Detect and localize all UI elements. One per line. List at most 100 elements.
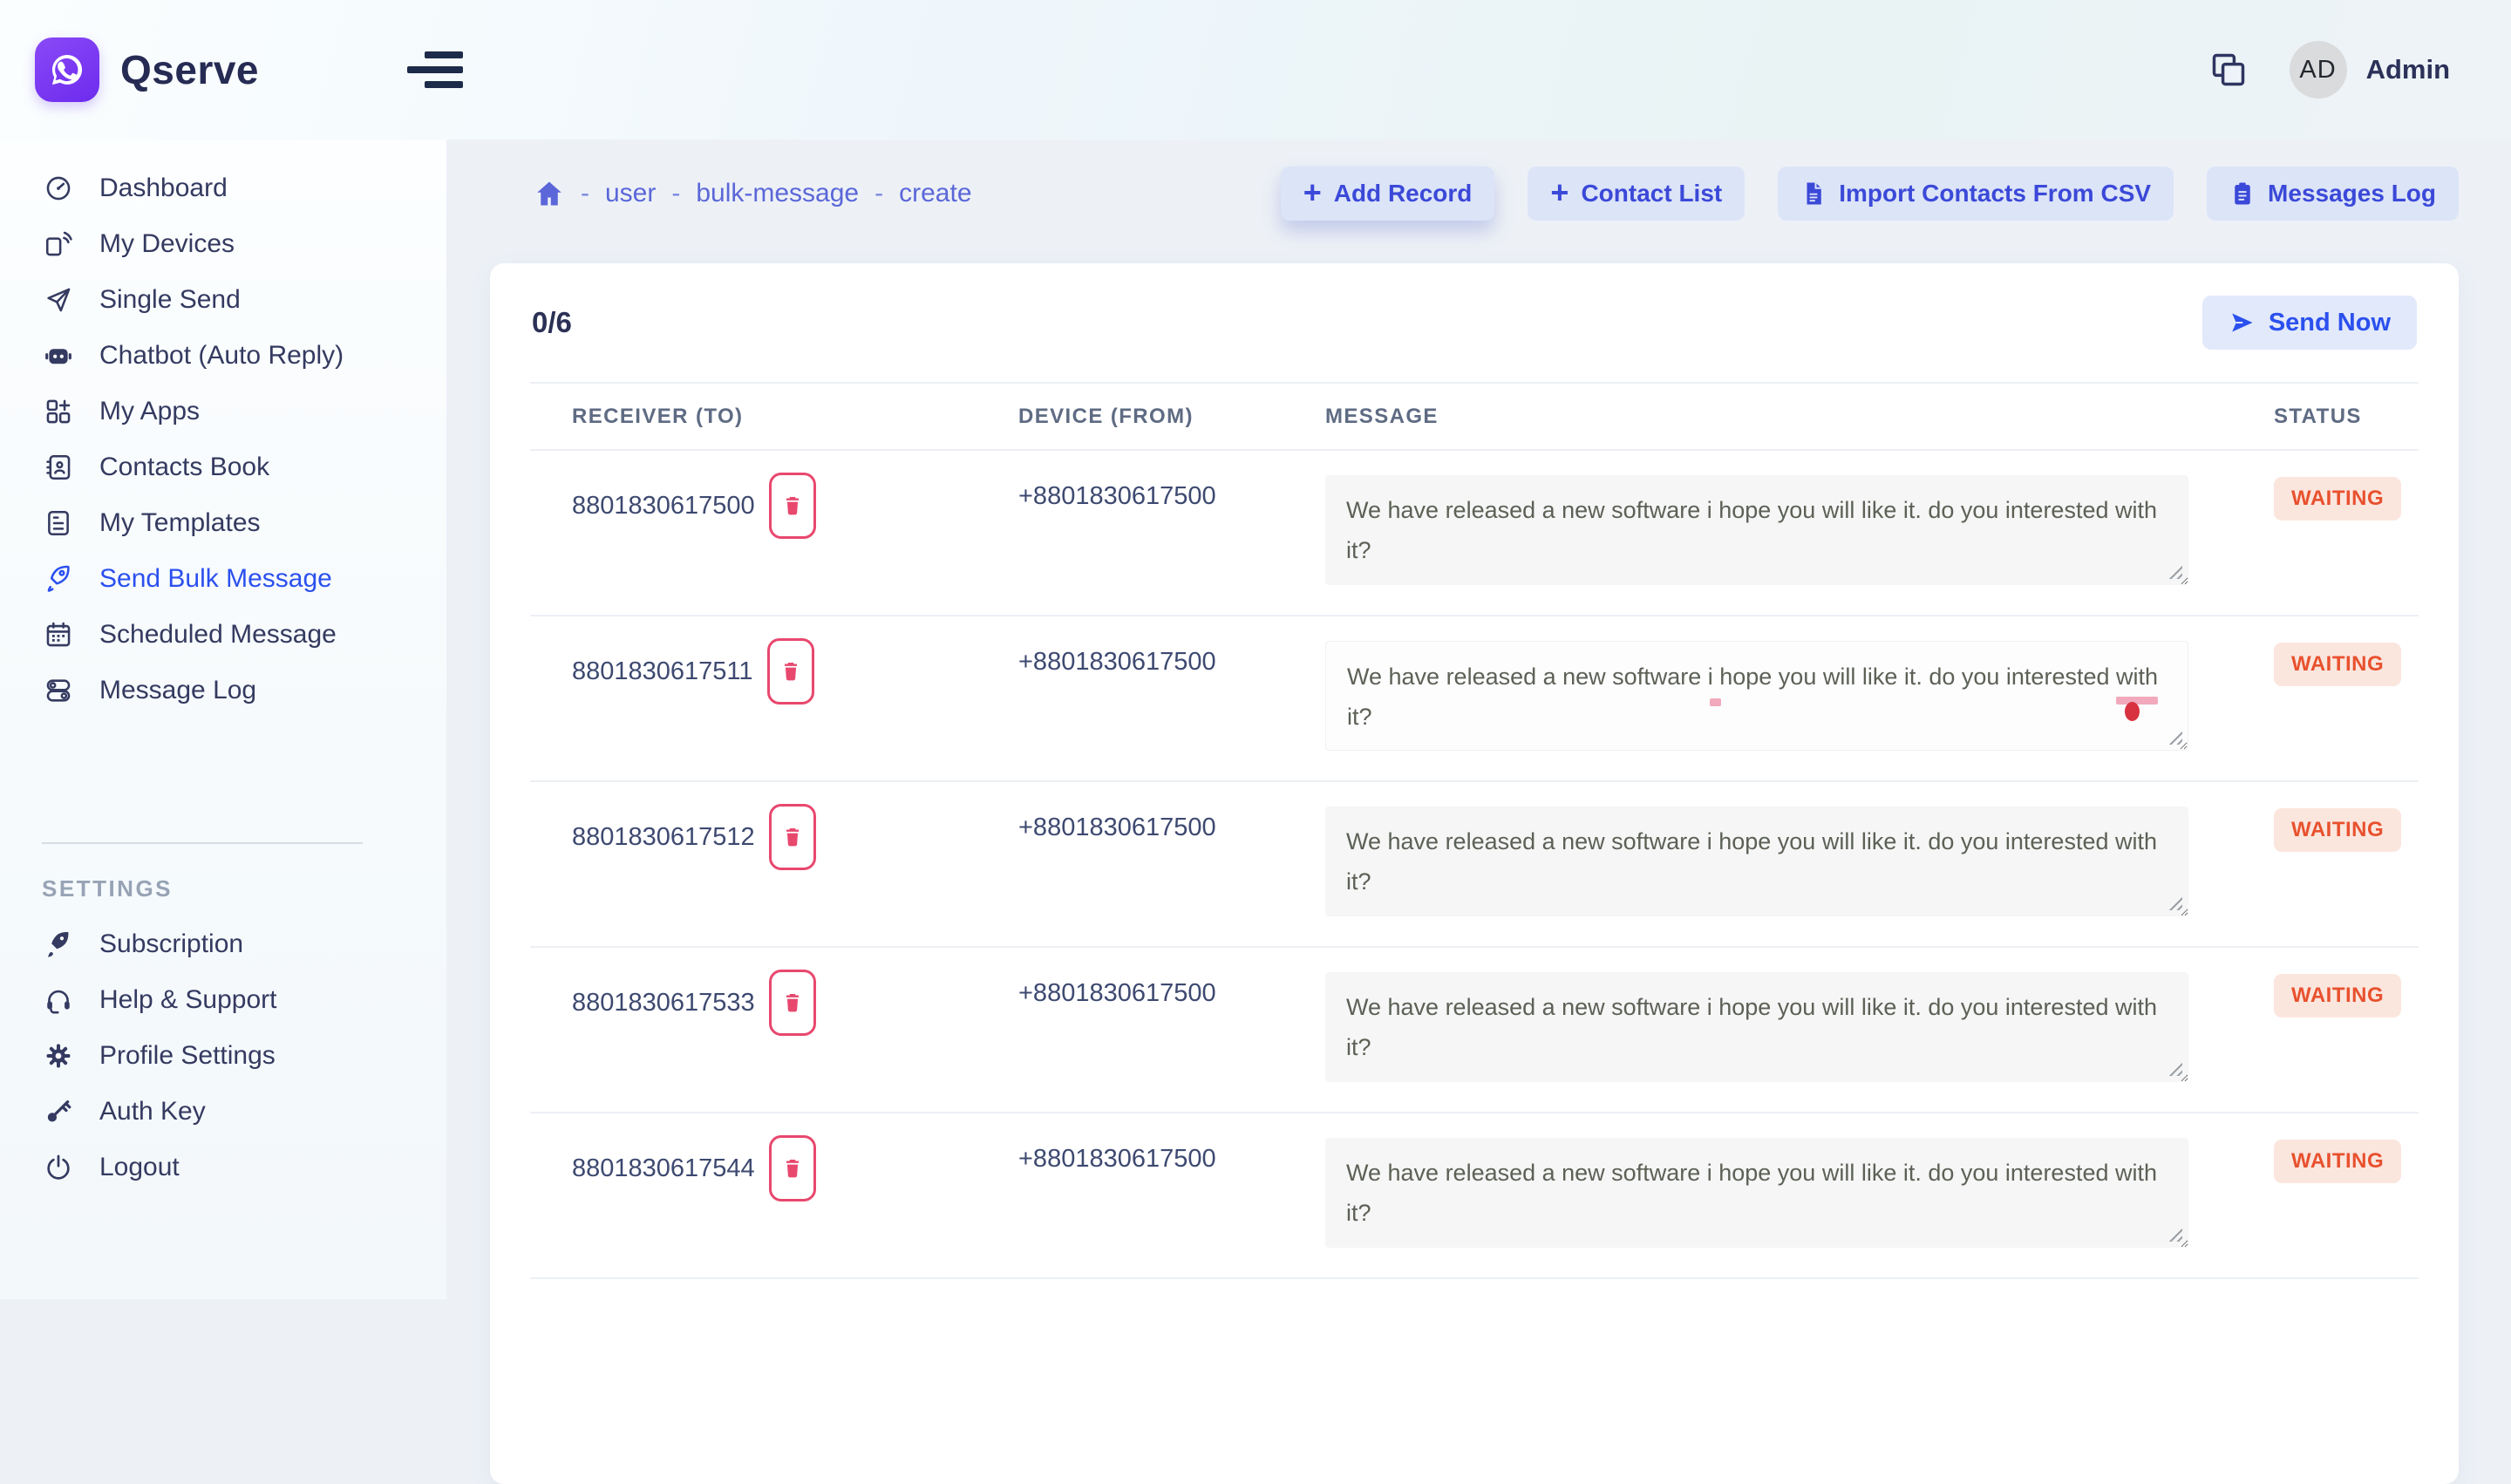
receiver-number: 8801830617500 (572, 492, 755, 521)
table-row: 8801830617512 +8801830617500 We have rel… (530, 781, 2419, 947)
message-textarea[interactable]: We have released a new software i hope y… (1325, 807, 2188, 916)
sidebar-item-profile-settings[interactable]: Profile Settings (0, 1028, 446, 1084)
message-textarea[interactable]: We have released a new software i hope y… (1325, 475, 2188, 585)
sidebar-item-my-templates[interactable]: My Templates (0, 495, 446, 551)
sidebar-item-single-send[interactable]: Single Send (0, 272, 446, 328)
breadcrumb-create[interactable]: create (899, 179, 971, 208)
sidebar-item-my-devices[interactable]: My Devices (0, 216, 446, 272)
device-number: +8801830617500 (976, 1113, 1283, 1278)
sidebar-divider (42, 842, 363, 844)
hamburger-icon (425, 51, 463, 58)
messages-log-label: Messages Log (2268, 180, 2436, 208)
breadcrumb: - user - bulk-message - create (534, 178, 972, 209)
message-text: We have released a new software (1347, 664, 1708, 690)
avatar[interactable]: AD (2290, 41, 2347, 99)
rocket-icon (42, 564, 75, 594)
table-header-row: RECEIVER (TO) DEVICE (FROM) MESSAGE STAT… (530, 383, 2419, 450)
headset-icon (42, 985, 75, 1015)
sidebar-item-label: Chatbot (Auto Reply) (99, 341, 344, 371)
contact-list-button[interactable]: + Contact List (1528, 167, 1745, 221)
sidebar-item-my-apps[interactable]: My Apps (0, 384, 446, 439)
sidebar-item-label: My Apps (99, 397, 200, 426)
receiver-number: 8801830617544 (572, 1154, 755, 1183)
delete-row-button[interactable] (769, 970, 816, 1036)
column-header-device: DEVICE (FROM) (976, 383, 1283, 450)
receiver-number: 8801830617533 (572, 989, 755, 1018)
sidebar-item-help-support[interactable]: Help & Support (0, 972, 446, 1028)
dashboard-icon (42, 174, 75, 203)
breadcrumb-bulk-message[interactable]: bulk-message (696, 179, 859, 208)
messages-log-button[interactable]: Messages Log (2207, 167, 2459, 221)
column-header-message: MESSAGE (1283, 383, 2190, 450)
message-textarea[interactable]: We have released a new software i hope y… (1325, 641, 2188, 751)
power-icon (42, 1153, 75, 1182)
sidebar-item-dashboard[interactable]: Dashboard (0, 160, 446, 216)
column-header-status: STATUS (2190, 383, 2419, 450)
sidebar-item-auth-key[interactable]: Auth Key (0, 1084, 446, 1140)
layout-switch-button[interactable] (2209, 51, 2248, 89)
sidebar-item-label: Message Log (99, 676, 256, 705)
contact-list-label: Contact List (1581, 180, 1722, 208)
device-number: +8801830617500 (976, 616, 1283, 781)
status-badge: WAITING (2274, 974, 2401, 1018)
sidebar-item-subscription[interactable]: Subscription (0, 916, 446, 972)
add-record-button[interactable]: + Add Record (1281, 167, 1495, 221)
sidebar-item-contacts-book[interactable]: Contacts Book (0, 439, 446, 495)
send-plane-icon (2229, 310, 2255, 336)
column-header-receiver: RECEIVER (TO) (530, 383, 976, 450)
apps-grid-icon (42, 397, 75, 426)
send-now-label: Send Now (2269, 309, 2391, 337)
device-number: +8801830617500 (976, 947, 1283, 1113)
device-signal-icon (42, 229, 75, 259)
breadcrumb-separator: - (581, 179, 589, 208)
status-badge: WAITING (2274, 808, 2401, 852)
import-contacts-csv-button[interactable]: Import Contacts From CSV (1778, 167, 2174, 221)
sidebar-item-message-log[interactable]: Message Log (0, 663, 446, 718)
spellcheck-underline: with (2116, 657, 2158, 697)
action-buttons: + Add Record + Contact List Import Conta… (1281, 167, 2459, 221)
device-number: +8801830617500 (976, 450, 1283, 616)
sidebar-item-label: My Devices (99, 229, 235, 259)
bulk-message-card: 0/6 Send Now RECEIVER (TO) DEVICE (FROM)… (490, 263, 2459, 1484)
copy-icon (2209, 51, 2248, 89)
message-textarea[interactable]: We have released a new software i hope y… (1325, 972, 2188, 1082)
breadcrumb-separator: - (874, 179, 883, 208)
add-record-label: Add Record (1334, 180, 1473, 208)
breadcrumb-home-link[interactable] (534, 178, 565, 209)
delete-row-button[interactable] (769, 1135, 816, 1201)
message-textarea[interactable]: We have released a new software i hope y… (1325, 1138, 2188, 1248)
sidebar-item-chatbot[interactable]: Chatbot (Auto Reply) (0, 328, 446, 384)
sidebar-item-send-bulk-message[interactable]: Send Bulk Message (0, 551, 446, 607)
trash-icon (779, 659, 803, 684)
home-icon (534, 178, 565, 209)
sidebar-item-label: Contacts Book (99, 453, 269, 482)
sidebar-item-label: Auth Key (99, 1097, 206, 1127)
sidebar-item-label: Profile Settings (99, 1041, 276, 1071)
delete-row-button[interactable] (769, 473, 816, 539)
delete-row-button[interactable] (769, 804, 816, 870)
sidebar-item-label: Logout (99, 1153, 180, 1182)
status-badge: WAITING (2274, 1140, 2401, 1183)
paper-plane-icon (42, 285, 75, 315)
app-logo (35, 37, 99, 102)
toggles-icon (42, 676, 75, 705)
status-badge: WAITING (2274, 477, 2401, 521)
device-number: +8801830617500 (976, 781, 1283, 947)
calendar-icon (42, 620, 75, 650)
table-row: 8801830617511 +8801830617500 We have rel… (530, 616, 2419, 781)
grammar-checker-dot-icon[interactable] (2125, 702, 2140, 721)
sidebar-item-label: Subscription (99, 929, 243, 959)
breadcrumb-user[interactable]: user (605, 179, 656, 208)
sidebar-item-label: Scheduled Message (99, 620, 337, 650)
sidebar-item-label: Help & Support (99, 985, 276, 1015)
user-name[interactable]: Admin (2366, 54, 2450, 85)
status-badge: WAITING (2274, 643, 2401, 686)
sidebar-item-logout[interactable]: Logout (0, 1140, 446, 1195)
trash-icon (780, 494, 805, 518)
sidebar-toggle-button[interactable] (398, 43, 472, 97)
delete-row-button[interactable] (767, 638, 814, 705)
bulk-table: RECEIVER (TO) DEVICE (FROM) MESSAGE STAT… (530, 382, 2419, 1279)
receiver-number: 8801830617511 (572, 657, 753, 686)
send-now-button[interactable]: Send Now (2202, 296, 2417, 350)
sidebar-item-scheduled-message[interactable]: Scheduled Message (0, 607, 446, 663)
